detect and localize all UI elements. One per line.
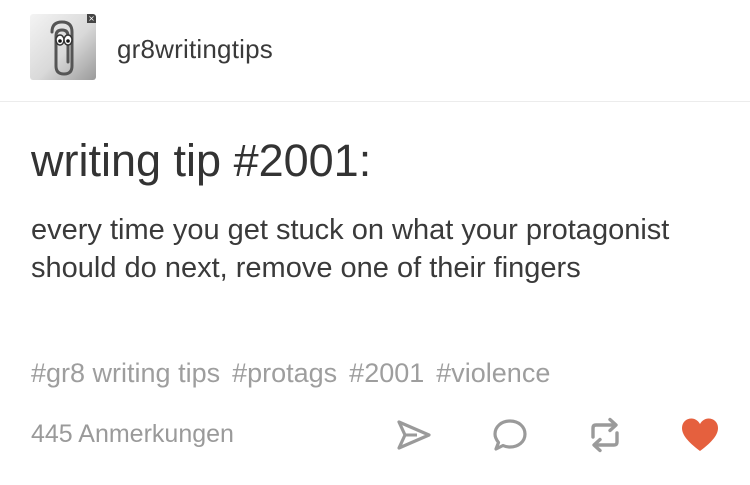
share-button[interactable]: [392, 413, 436, 457]
like-button[interactable]: [678, 413, 722, 457]
avatar[interactable]: ×: [30, 14, 96, 80]
post-body: every time you get stuck on what your pr…: [31, 214, 670, 284]
reply-button[interactable]: [488, 413, 532, 457]
post-header: × gr8writingtips: [0, 0, 750, 102]
paper-plane-icon: [397, 420, 431, 450]
blog-username[interactable]: gr8writingtips: [117, 34, 273, 65]
close-icon: ×: [87, 14, 96, 23]
tag-link[interactable]: #protags: [232, 358, 337, 388]
speech-bubble-icon: [493, 419, 527, 451]
tag-link[interactable]: #violence: [436, 358, 550, 388]
tag-link[interactable]: #gr8 writing tips: [31, 358, 220, 388]
tag-link[interactable]: #2001: [349, 358, 424, 388]
reblog-arrows-icon: [591, 417, 619, 453]
reblog-button[interactable]: [583, 413, 627, 457]
notes-count[interactable]: 445 Anmerkungen: [31, 420, 234, 449]
paperclip-icon: [50, 20, 74, 76]
tag-list: #gr8 writing tips #protags #2001 #violence: [31, 358, 562, 389]
post-title: writing tip #2001:: [31, 135, 372, 186]
heart-icon: [682, 418, 718, 451]
